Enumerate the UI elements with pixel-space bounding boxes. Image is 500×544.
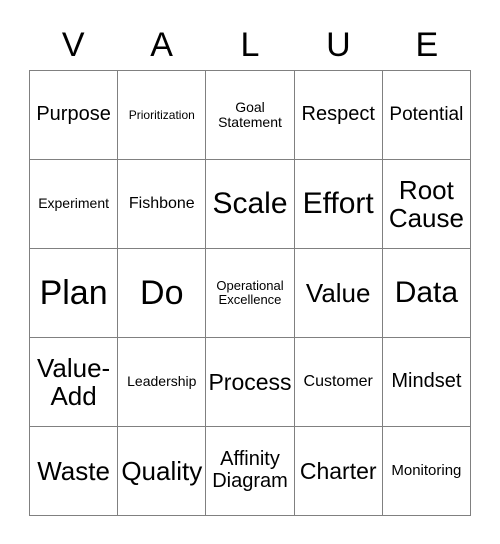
bingo-cell[interactable]: Effort — [294, 160, 383, 249]
bingo-cell-label: Plan — [39, 273, 108, 312]
bingo-cell[interactable]: Root Cause — [382, 160, 471, 249]
bingo-cell-label: Goal Statement — [218, 98, 282, 130]
bingo-cell-label: Leadership — [127, 373, 197, 390]
bingo-cell-label: Process — [208, 368, 292, 395]
bingo-cell-label: Fishbone — [128, 195, 195, 213]
bingo-cell-label: Value- Add — [36, 352, 111, 411]
bingo-cell-label: Effort — [302, 186, 374, 220]
bingo-cell[interactable]: Do — [118, 249, 207, 338]
bingo-cell[interactable]: Goal Statement — [206, 71, 295, 160]
bingo-cell[interactable]: Quality — [118, 427, 207, 516]
bingo-cell-label: Potential — [389, 103, 464, 125]
bingo-cell[interactable]: Charter — [294, 427, 383, 516]
bingo-cell-label: Respect — [301, 103, 375, 126]
bingo-cell[interactable]: Waste — [30, 427, 119, 516]
bingo-cell[interactable]: Value- Add — [30, 338, 119, 427]
bingo-cell-label: Monitoring — [391, 461, 462, 479]
header-letter-e: E — [415, 26, 439, 64]
header-letter-a: A — [150, 26, 173, 64]
bingo-cell[interactable]: Affinity Diagram — [206, 427, 295, 516]
bingo-cell[interactable]: Experiment — [30, 160, 119, 249]
bingo-cell[interactable]: Operational Excellence — [206, 249, 295, 338]
bingo-cell-label: Quality — [121, 455, 203, 486]
bingo-cell-label: Experiment — [38, 195, 109, 212]
bingo-cell-label: Operational Excellence — [216, 277, 284, 307]
bingo-cell[interactable]: Prioritization — [118, 71, 207, 160]
bingo-cell-label: Purpose — [36, 103, 111, 126]
bingo-header-letters: V A L U E — [29, 20, 471, 70]
bingo-cell-label: Value — [305, 277, 371, 308]
header-letter-l: L — [240, 26, 260, 64]
bingo-cell[interactable]: Value — [294, 249, 383, 338]
header-letter-u: U — [326, 26, 351, 64]
header-letter-v: V — [61, 26, 85, 64]
bingo-cell-label: Waste — [37, 455, 110, 486]
bingo-cell[interactable]: Plan — [30, 249, 119, 338]
bingo-cell[interactable]: Respect — [294, 71, 383, 160]
bingo-cell[interactable]: Fishbone — [118, 160, 207, 249]
bingo-grid: Purpose Prioritization Goal Statement Re… — [29, 70, 471, 516]
bingo-cell[interactable]: Scale — [206, 160, 295, 249]
bingo-cell[interactable]: Potential — [382, 71, 471, 160]
bingo-cell-label: Mindset — [391, 370, 462, 393]
bingo-cell[interactable]: Process — [206, 338, 295, 427]
bingo-cell-label: Charter — [299, 457, 377, 484]
bingo-cell[interactable]: Customer — [294, 338, 383, 427]
bingo-cell-label: Affinity Diagram — [212, 448, 288, 492]
bingo-cell[interactable]: Mindset — [382, 338, 471, 427]
bingo-cell-label: Do — [140, 273, 184, 312]
bingo-card: V A L U E Purpose Prioritization Goal St… — [0, 0, 500, 544]
bingo-cell-label: Prioritization — [128, 107, 195, 122]
bingo-cell-label: Customer — [303, 373, 373, 391]
bingo-cell-label: Data — [394, 275, 459, 309]
bingo-cell-label: Scale — [212, 186, 288, 220]
bingo-cell[interactable]: Data — [382, 249, 471, 338]
bingo-cell[interactable]: Monitoring — [382, 427, 471, 516]
bingo-cell[interactable]: Purpose — [30, 71, 119, 160]
bingo-cell-label: Root Cause — [388, 174, 464, 233]
bingo-cell[interactable]: Leadership — [118, 338, 207, 427]
